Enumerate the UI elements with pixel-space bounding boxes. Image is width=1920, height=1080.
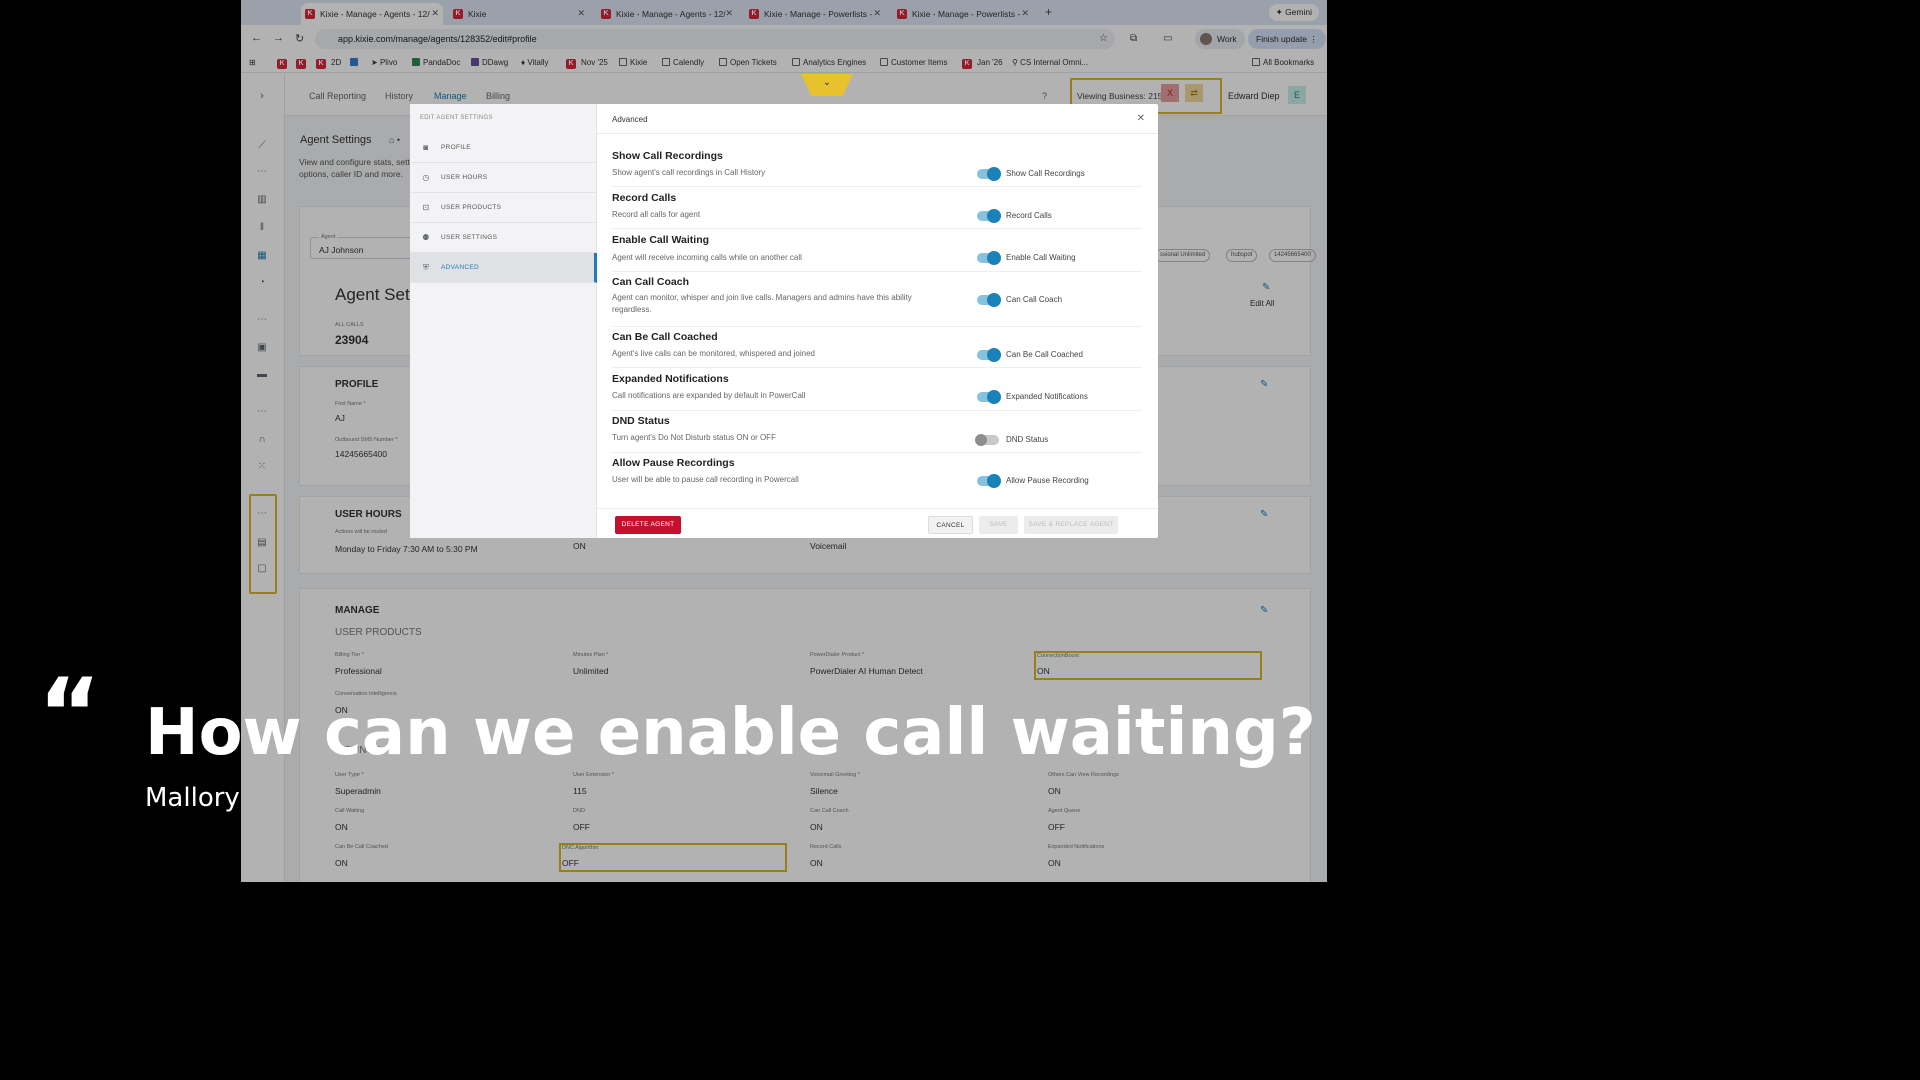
quote-mark: “ [38,658,102,770]
modal-nav-profile[interactable]: ◙ PROFILE [410,133,597,163]
clock-icon: ◷ [422,173,430,182]
shield-icon: ⛨ [422,263,430,272]
save-replace-agent-button[interactable]: SAVE & REPLACE AGENT [1024,516,1118,534]
caption-author: Mallory [145,783,240,813]
modal-nav-user-hours[interactable]: ◷ USER HOURS [410,163,597,193]
user-gear-icon: ⚉ [422,233,430,242]
modal-nav-advanced[interactable]: ⛨ ADVANCED [410,253,597,283]
record-calls-toggle[interactable] [977,209,1001,223]
setting-show-call-recordings: Show Call Recordings Show agent's call r… [597,149,1158,187]
divider [612,186,1142,187]
modal-nav-user-products[interactable]: ⊡ USER PRODUCTS [410,193,597,223]
setting-dnd-status: DND Status Turn agent's Do Not Disturb s… [597,415,1158,453]
enable-call-waiting-toggle[interactable] [977,251,1001,265]
toggle-knob [987,209,1001,223]
toggle-knob [987,390,1001,404]
setting-record-calls: Record Calls Record all calls for agent … [597,191,1158,229]
can-call-coach-toggle[interactable] [977,293,1001,307]
setting-expanded-notifications: Expanded Notifications Call notification… [597,372,1158,411]
setting-can-call-coach: Can Call Coach Agent can monitor, whispe… [597,275,1158,327]
divider [612,326,1142,327]
modal-sidebar-title: EDIT AGENT SETTINGS [420,115,493,121]
divider [612,410,1142,411]
toggle-knob [987,167,1001,181]
save-button[interactable]: SAVE [979,516,1018,534]
divider [612,228,1142,229]
user-icon: ◙ [423,143,429,152]
toggle-knob [987,348,1001,362]
toggle-knob [987,251,1001,265]
close-icon[interactable]: ✕ [1137,113,1145,124]
divider [612,367,1142,368]
expanded-notifications-toggle[interactable] [977,390,1001,404]
toggle-knob [975,434,987,446]
can-be-call-coached-toggle[interactable] [977,348,1001,362]
cancel-button[interactable]: CANCEL [928,516,973,534]
modal-sidebar: EDIT AGENT SETTINGS ◙ PROFILE ◷ USER HOURS… [410,104,597,538]
box-icon: ⊡ [422,203,430,212]
toggle-knob [987,474,1001,488]
allow-pause-recordings-toggle[interactable] [977,474,1001,488]
delete-agent-button[interactable]: DELETE AGENT [615,516,681,534]
modal-header: Advanced ✕ [597,104,1158,134]
toggle-knob [987,293,1001,307]
setting-allow-pause-recordings: Allow Pause Recordings User will be able… [597,457,1158,492]
dnd-status-toggle[interactable] [975,434,999,446]
divider [612,271,1142,272]
show-call-recordings-toggle[interactable] [977,167,1001,181]
edit-agent-settings-modal: EDIT AGENT SETTINGS ◙ PROFILE ◷ USER HOURS… [410,104,1158,538]
caption-question: How can we enable call waiting? [145,696,1316,770]
setting-enable-call-waiting: Enable Call Waiting Agent will receive i… [597,233,1158,272]
modal-footer: DELETE AGENT CANCEL SAVE SAVE & REPLACE … [597,508,1158,538]
divider [612,452,1142,453]
modal-title: Advanced [612,115,648,124]
setting-can-be-call-coached: Can Be Call Coached Agent's live calls c… [597,330,1158,368]
modal-nav-user-settings[interactable]: ⚉ USER SETTINGS [410,223,597,253]
